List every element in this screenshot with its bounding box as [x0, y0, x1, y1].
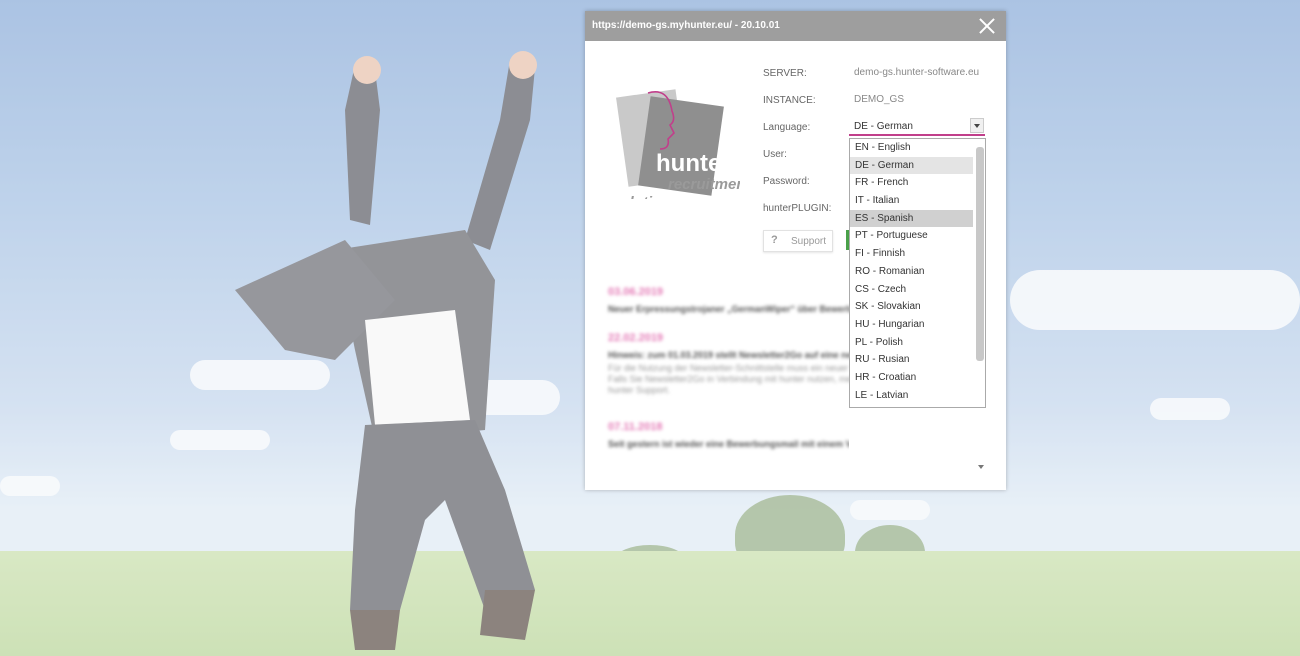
instance-value: DEMO_GS: [854, 94, 905, 105]
news-date: 03.06.2019: [608, 286, 664, 298]
language-option-fi[interactable]: FI - Finnish: [850, 245, 973, 263]
news-headline: Neuer Erpressungstrojaner „GermanWiper“ …: [608, 304, 849, 314]
news-date: 07.11.2018: [608, 421, 663, 433]
news-body: Für die Nutzung der Newsletter-Schnittst…: [608, 363, 849, 395]
language-option-pl[interactable]: PL - Polish: [850, 334, 973, 352]
support-label: Support: [791, 236, 827, 247]
language-option-hu[interactable]: HU - Hungarian: [850, 316, 973, 334]
news-item: 03.06.2019 Neuer Erpressungstrojaner „Ge…: [608, 286, 849, 314]
language-label: Language:: [763, 122, 811, 133]
news-item: 22.02.2019 Hinweis: zum 01.03.2019 stell…: [608, 332, 849, 396]
news-headline: Seit gestern ist wieder eine Bewerbungsm…: [608, 439, 849, 449]
news-item: 07.11.2018 Seit gestern ist wieder eine …: [608, 421, 849, 449]
language-option-de[interactable]: DE - German: [850, 156, 973, 175]
chevron-down-icon[interactable]: [970, 118, 984, 133]
news-date: 22.02.2019: [608, 332, 664, 344]
password-label: Password:: [763, 176, 810, 187]
language-option-le[interactable]: LE - Latvian: [850, 387, 973, 405]
hunter-logo: hunter recruitment solutions: [612, 89, 740, 199]
news-scroll-down-icon[interactable]: [978, 409, 984, 469]
logo-brand: hunter: [656, 150, 731, 177]
question-icon: ?: [771, 234, 778, 246]
language-option-fr[interactable]: FR - French: [850, 174, 973, 192]
language-option-pt[interactable]: PT - Portuguese: [850, 227, 973, 245]
dialog-titlebar: https://demo-gs.myhunter.eu/ - 20.10.01: [585, 11, 1006, 41]
plugin-label: hunterPLUGIN:: [763, 203, 832, 214]
language-option-ru[interactable]: RU - Rusian: [850, 351, 973, 369]
server-label: SERVER:: [763, 68, 807, 79]
language-option-it[interactable]: IT - Italian: [850, 192, 973, 210]
language-option-en[interactable]: EN - English: [850, 139, 973, 157]
language-select[interactable]: DE - German: [849, 116, 985, 136]
instance-label: INSTANCE:: [763, 95, 816, 106]
support-button[interactable]: ? Support: [763, 230, 833, 252]
news-panel: 03.06.2019 Neuer Erpressungstrojaner „Ge…: [585, 281, 849, 481]
language-option-ro[interactable]: RO - Romanian: [850, 263, 973, 281]
language-dropdown-list[interactable]: EN - English DE - German FR - French IT …: [849, 138, 986, 408]
language-option-cs[interactable]: CS - Czech: [850, 281, 973, 299]
dialog-title: https://demo-gs.myhunter.eu/ - 20.10.01: [592, 20, 780, 31]
logo-line1: recruitment: [668, 176, 740, 193]
server-value: demo-gs.hunter-software.eu: [854, 67, 980, 78]
user-label: User:: [763, 149, 787, 160]
dropdown-scrollbar[interactable]: [976, 147, 984, 361]
logo-line2: solutions: [612, 194, 679, 199]
login-dialog: https://demo-gs.myhunter.eu/ - 20.10.01 …: [585, 11, 1006, 490]
language-option-sk[interactable]: SK - Slovakian: [850, 298, 973, 316]
language-option-es[interactable]: ES - Spanish: [850, 209, 973, 228]
language-option-hr[interactable]: HR - Croatian: [850, 369, 973, 387]
close-icon[interactable]: [978, 17, 996, 35]
news-headline: Hinweis: zum 01.03.2019 stellt Newslette…: [608, 350, 849, 360]
language-selected-value: DE - German: [854, 121, 913, 132]
